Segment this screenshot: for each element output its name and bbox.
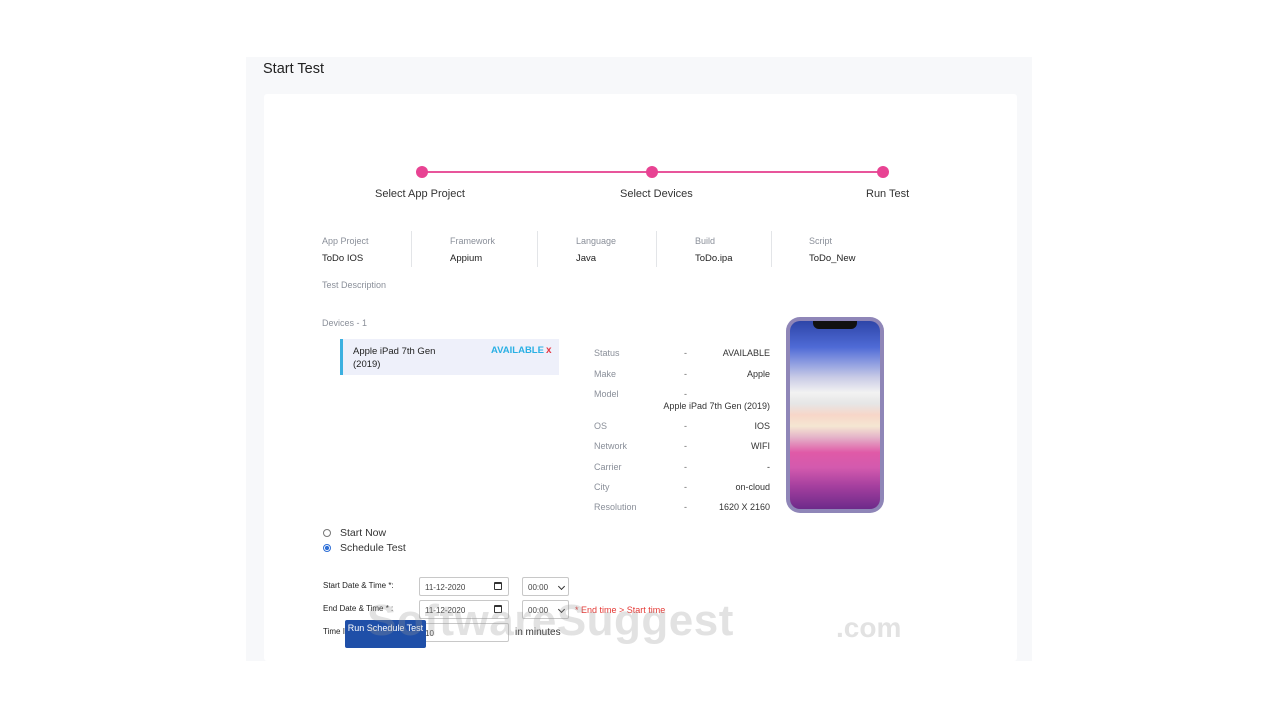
spec-row-city: City - on-cloud	[594, 482, 770, 498]
start-test-card: Select App Project Select Devices Run Te…	[264, 94, 1017, 661]
spec-value: Apple	[746, 369, 770, 379]
meta-divider	[537, 231, 538, 267]
watermark: SoftwareSuggest	[367, 596, 734, 645]
spec-row-resolution: Resolution - 1620 X 2160	[594, 502, 770, 518]
spec-row-make: Make - Apple	[594, 369, 770, 385]
spec-label: City	[594, 482, 610, 492]
script-label: Script	[809, 236, 833, 246]
spec-row-os: OS - IOS	[594, 421, 770, 437]
device-name: Apple iPad 7th Gen (2019)	[353, 346, 436, 370]
spec-label: Network	[594, 441, 628, 451]
spec-value: 1620 X 2160	[718, 502, 770, 512]
device-status-badge: AVAILABLE	[491, 345, 544, 356]
start-date-time-label: Start Date & Time *:	[323, 581, 394, 590]
start-test-page: Start Test Select App Project Select Dev…	[246, 57, 1032, 661]
spec-row-carrier: Carrier - -	[594, 462, 770, 478]
spec-label: Make	[594, 369, 617, 379]
spec-row-network: Network - WIFI	[594, 441, 770, 457]
stepper-line-2	[652, 171, 882, 173]
start-date-input[interactable]: 11-12-2020	[419, 577, 509, 596]
spec-dash: -	[684, 369, 687, 379]
spec-label: Status	[594, 348, 620, 358]
schedule-test-radio[interactable]	[323, 544, 331, 552]
spec-dash: -	[684, 441, 687, 451]
start-date-value: 11-12-2020	[425, 583, 466, 592]
meta-divider	[771, 231, 772, 267]
spec-dash: -	[684, 462, 687, 472]
spec-row-status: Status - AVAILABLE	[594, 348, 770, 364]
spec-dash: -	[684, 421, 687, 431]
meta-divider	[411, 231, 412, 267]
schedule-test-label[interactable]: Schedule Test	[340, 542, 406, 554]
device-notch	[813, 321, 857, 329]
spec-value: Apple iPad 7th Gen (2019)	[663, 401, 770, 411]
app-project-label: App Project	[322, 236, 369, 246]
spec-label: Model	[594, 389, 619, 399]
script-value: ToDo_New	[809, 253, 856, 264]
spec-value: on-cloud	[735, 482, 770, 492]
step-dot-run-test[interactable]	[877, 166, 889, 178]
spec-row-model: Model - Apple iPad 7th Gen (2019)	[594, 389, 770, 417]
spec-label: Carrier	[594, 462, 622, 472]
chevron-down-icon	[557, 582, 566, 591]
start-now-label[interactable]: Start Now	[340, 527, 386, 539]
meta-divider	[656, 231, 657, 267]
spec-label: Resolution	[594, 502, 637, 512]
spec-value: WIFI	[751, 441, 770, 451]
language-value: Java	[576, 253, 597, 264]
watermark-suffix: .com	[836, 612, 902, 643]
test-description-label: Test Description	[322, 280, 387, 290]
spec-dash: -	[684, 502, 687, 512]
build-value: ToDo.ipa	[695, 253, 733, 264]
spec-dash: -	[684, 482, 687, 492]
step-label-run-test[interactable]: Run Test	[866, 188, 909, 200]
framework-label: Framework	[450, 236, 496, 246]
step-dot-select-devices[interactable]	[646, 166, 658, 178]
selected-device-card[interactable]: Apple iPad 7th Gen (2019) AVAILABLE x	[340, 339, 559, 375]
build-label: Build	[695, 236, 716, 246]
spec-value: IOS	[754, 421, 770, 431]
language-label: Language	[576, 236, 617, 246]
spec-value: -	[767, 462, 770, 472]
start-now-radio[interactable]	[323, 529, 331, 537]
start-time-select[interactable]: 00:00	[522, 577, 569, 596]
spec-dash: -	[684, 348, 687, 358]
step-dot-select-app-project[interactable]	[416, 166, 428, 178]
step-label-select-devices[interactable]: Select Devices	[620, 188, 693, 200]
devices-heading: Devices - 1	[322, 318, 368, 328]
framework-value: Appium	[450, 253, 483, 264]
calendar-icon[interactable]	[494, 582, 502, 590]
start-time-value: 00:00	[528, 583, 549, 592]
spec-value: AVAILABLE	[722, 348, 770, 358]
page-title: Start Test	[263, 61, 324, 77]
device-screen	[790, 321, 880, 509]
device-preview-image	[786, 317, 884, 513]
stepper-line-1	[422, 171, 652, 173]
spec-dash: -	[684, 389, 687, 399]
step-label-select-app-project[interactable]: Select App Project	[375, 188, 465, 200]
remove-device-button[interactable]: x	[546, 345, 552, 356]
app-project-value: ToDo IOS	[322, 253, 364, 264]
spec-label: OS	[594, 421, 608, 431]
